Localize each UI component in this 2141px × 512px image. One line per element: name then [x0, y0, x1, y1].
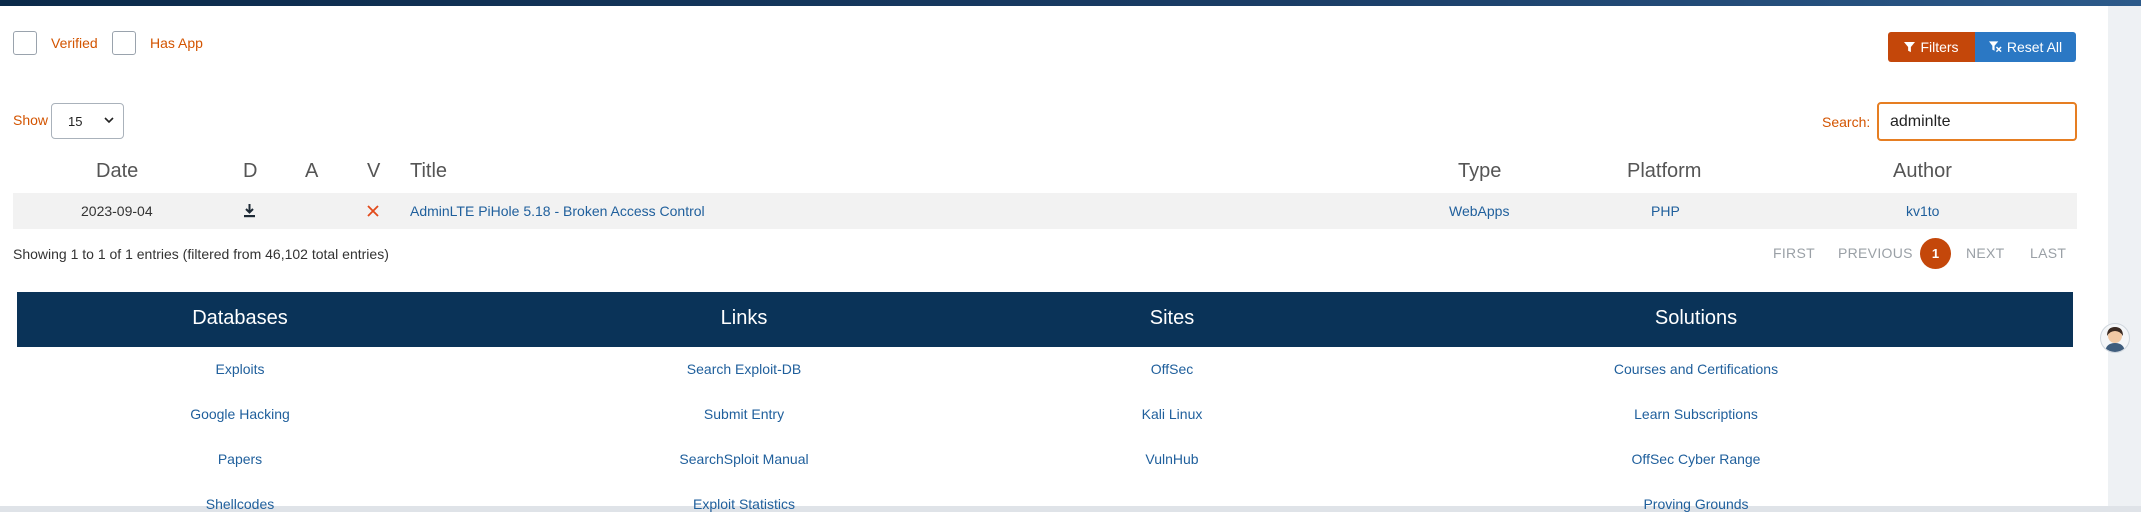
footer-link-vulnhub[interactable]: VulnHub	[1145, 451, 1198, 467]
pagination-first[interactable]: FIRST	[1773, 245, 1815, 261]
column-header-author[interactable]: Author	[1893, 160, 1952, 183]
download-icon[interactable]	[243, 204, 256, 218]
column-header-a[interactable]: A	[305, 160, 318, 183]
pagination-current-label: 1	[1931, 246, 1940, 261]
footer-header-band	[17, 292, 2073, 347]
footer-heading-solutions: Solutions	[1654, 307, 1738, 329]
row-author-link[interactable]: kv1to	[1906, 203, 1939, 219]
footer-heading-databases: Databases	[192, 307, 288, 329]
footer-link-proving-grounds[interactable]: Proving Grounds	[1643, 496, 1748, 512]
verified-checkbox[interactable]: Verified	[13, 31, 98, 55]
column-header-title[interactable]: Title	[410, 160, 447, 183]
column-header-type[interactable]: Type	[1458, 160, 1501, 183]
footer-link-searchsploit-manual[interactable]: SearchSploit Manual	[679, 451, 808, 467]
not-verified-icon	[367, 205, 379, 217]
avatar-icon	[2105, 327, 2125, 352]
filters-button[interactable]: Filters	[1888, 32, 1975, 62]
filter-clear-icon	[1988, 41, 2002, 53]
footer-link-learn-subscriptions[interactable]: Learn Subscriptions	[1634, 406, 1758, 422]
page-gutter	[2108, 6, 2141, 506]
footer-link-offsec-cyber-range[interactable]: OffSec Cyber Range	[1632, 451, 1761, 467]
footer-link-offsec[interactable]: OffSec	[1151, 361, 1194, 377]
search-label: Search:	[1822, 114, 1871, 130]
show-label: Show	[13, 112, 49, 128]
verified-checkbox-box[interactable]	[13, 31, 37, 55]
pagination-next[interactable]: NEXT	[1966, 245, 2005, 261]
column-header-d[interactable]: D	[243, 160, 257, 183]
footer-link-exploit-statistics[interactable]: Exploit Statistics	[693, 496, 795, 512]
row-type-link[interactable]: WebApps	[1449, 203, 1509, 219]
filters-button-label: Filters	[1920, 39, 1959, 55]
pagination-current-page[interactable]: 1	[1920, 238, 1951, 269]
row-title-link[interactable]: AdminLTE PiHole 5.18 - Broken Access Con…	[410, 203, 705, 219]
footer-link-google-hacking[interactable]: Google Hacking	[190, 406, 290, 422]
chat-assistant-avatar[interactable]	[2100, 323, 2130, 353]
reset-all-button[interactable]: Reset All	[1975, 32, 2076, 62]
footer-link-courses-and-certifications[interactable]: Courses and Certifications	[1614, 361, 1778, 377]
footer-heading-sites: Sites	[1149, 307, 1195, 329]
has-app-label: Has App	[150, 35, 203, 51]
row-date: 2023-09-04	[81, 203, 153, 219]
table-row	[13, 193, 2077, 229]
footer-link-exploits[interactable]: Exploits	[215, 361, 264, 377]
footer-link-submit-entry[interactable]: Submit Entry	[704, 406, 784, 422]
entries-per-page-select[interactable]: 15	[51, 103, 124, 139]
footer-link-search-exploit-db[interactable]: Search Exploit-DB	[687, 361, 801, 377]
column-header-date[interactable]: Date	[96, 160, 138, 183]
search-input[interactable]	[1877, 102, 2077, 141]
column-header-v[interactable]: V	[367, 160, 380, 183]
filter-icon	[1904, 41, 1916, 52]
pagination-last[interactable]: LAST	[2030, 245, 2066, 261]
column-header-platform[interactable]: Platform	[1627, 160, 1701, 183]
footer-link-kali-linux[interactable]: Kali Linux	[1142, 406, 1203, 422]
reset-all-button-label: Reset All	[2006, 39, 2063, 55]
has-app-checkbox-box[interactable]	[112, 31, 136, 55]
pagination-previous[interactable]: PREVIOUS	[1838, 245, 1913, 261]
row-platform-link[interactable]: PHP	[1651, 203, 1680, 219]
has-app-checkbox[interactable]: Has App	[112, 31, 203, 55]
chevron-down-icon	[104, 117, 114, 124]
verified-label: Verified	[51, 35, 98, 51]
entries-per-page-value: 15	[68, 113, 83, 129]
footer-link-papers[interactable]: Papers	[218, 451, 262, 467]
footer-heading-links: Links	[720, 307, 768, 329]
footer-link-shellcodes[interactable]: Shellcodes	[206, 496, 275, 512]
entries-info: Showing 1 to 1 of 1 entries (filtered fr…	[13, 246, 389, 262]
